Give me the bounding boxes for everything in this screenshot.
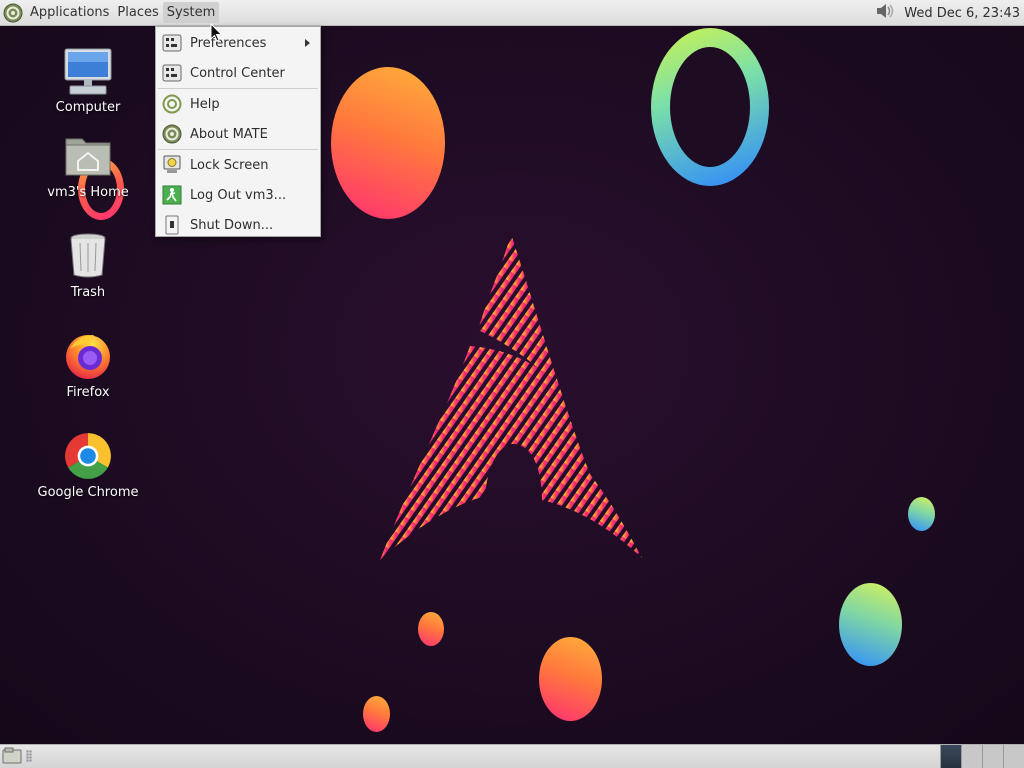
desktop-background[interactable]: Computer vm3's Home Trash Firefox Google… <box>0 26 1024 744</box>
submenu-arrow-icon <box>305 39 310 47</box>
workspace-2[interactable] <box>961 745 982 768</box>
top-panel: Applications Places System Wed Dec 6, 23… <box>0 0 1024 26</box>
menu-item-log-out[interactable]: Log Out vm3... <box>156 180 320 210</box>
trash-icon <box>60 231 116 283</box>
desktop-icon-chrome[interactable]: Google Chrome <box>33 431 143 500</box>
wallpaper-bubble <box>363 696 390 732</box>
menu-item-about-mate[interactable]: About MATE <box>156 119 320 149</box>
mate-logo-icon <box>161 123 183 145</box>
show-desktop-icon[interactable] <box>2 747 22 765</box>
desktop-icon-label: vm3's Home <box>47 185 129 200</box>
arch-logo <box>380 234 642 560</box>
wallpaper-bubble <box>908 497 935 531</box>
menu-item-label: About MATE <box>190 126 268 142</box>
menu-item-label: Control Center <box>190 65 285 81</box>
logout-icon <box>161 184 183 206</box>
shutdown-icon <box>161 214 183 236</box>
bottom-panel <box>0 744 1024 768</box>
volume-icon[interactable] <box>874 1 896 25</box>
preferences-icon <box>161 32 183 54</box>
workspace-4[interactable] <box>1003 745 1024 768</box>
wallpaper-bubble <box>839 583 902 666</box>
menu-item-lock-screen[interactable]: Lock Screen <box>156 150 320 180</box>
desktop-icon-label: Firefox <box>66 385 110 400</box>
menu-item-shut-down[interactable]: Shut Down... <box>156 210 320 240</box>
firefox-icon <box>60 331 116 383</box>
desktop-icon-trash[interactable]: Trash <box>33 231 143 300</box>
menu-item-label: Help <box>190 96 220 112</box>
panel-drag-handle[interactable] <box>26 750 32 762</box>
menu-system[interactable]: System <box>162 2 220 23</box>
panel-tray: Wed Dec 6, 23:43 <box>874 0 1020 26</box>
desktop-icon-label: Google Chrome <box>37 485 139 500</box>
chrome-icon <box>60 431 116 483</box>
desktop-icon-firefox[interactable]: Firefox <box>33 331 143 400</box>
control-center-icon <box>161 62 183 84</box>
menu-applications[interactable]: Applications <box>26 2 113 23</box>
workspace-1[interactable] <box>940 745 961 768</box>
system-menu: Preferences Control Center Help About MA… <box>155 26 321 237</box>
menu-item-help[interactable]: Help <box>156 89 320 119</box>
home-folder-icon <box>60 131 116 183</box>
menu-item-label: Preferences <box>190 35 267 51</box>
desktop-icon-computer[interactable]: Computer <box>33 46 143 115</box>
wallpaper-bubble <box>539 637 602 721</box>
workspace-3[interactable] <box>982 745 1003 768</box>
menu-item-preferences[interactable]: Preferences <box>156 28 320 58</box>
wallpaper-bubble <box>331 67 445 219</box>
clock[interactable]: Wed Dec 6, 23:43 <box>904 6 1020 21</box>
mate-logo-icon[interactable] <box>0 0 26 26</box>
desktop-icon-label: Trash <box>70 285 106 300</box>
desktop-icon-home[interactable]: vm3's Home <box>33 131 143 200</box>
computer-icon <box>60 46 116 98</box>
wallpaper-ring <box>651 28 769 186</box>
desktop-icon-label: Computer <box>55 100 121 115</box>
menu-item-label: Lock Screen <box>190 157 269 173</box>
lock-screen-icon <box>161 154 183 176</box>
menu-item-label: Shut Down... <box>190 217 274 233</box>
mouse-cursor-icon <box>210 23 223 42</box>
menu-item-label: Log Out vm3... <box>190 187 287 203</box>
wallpaper-bubble <box>418 612 444 646</box>
menu-places[interactable]: Places <box>113 2 162 23</box>
menu-item-control-center[interactable]: Control Center <box>156 58 320 88</box>
help-icon <box>161 93 183 115</box>
workspace-switcher <box>940 745 1024 768</box>
